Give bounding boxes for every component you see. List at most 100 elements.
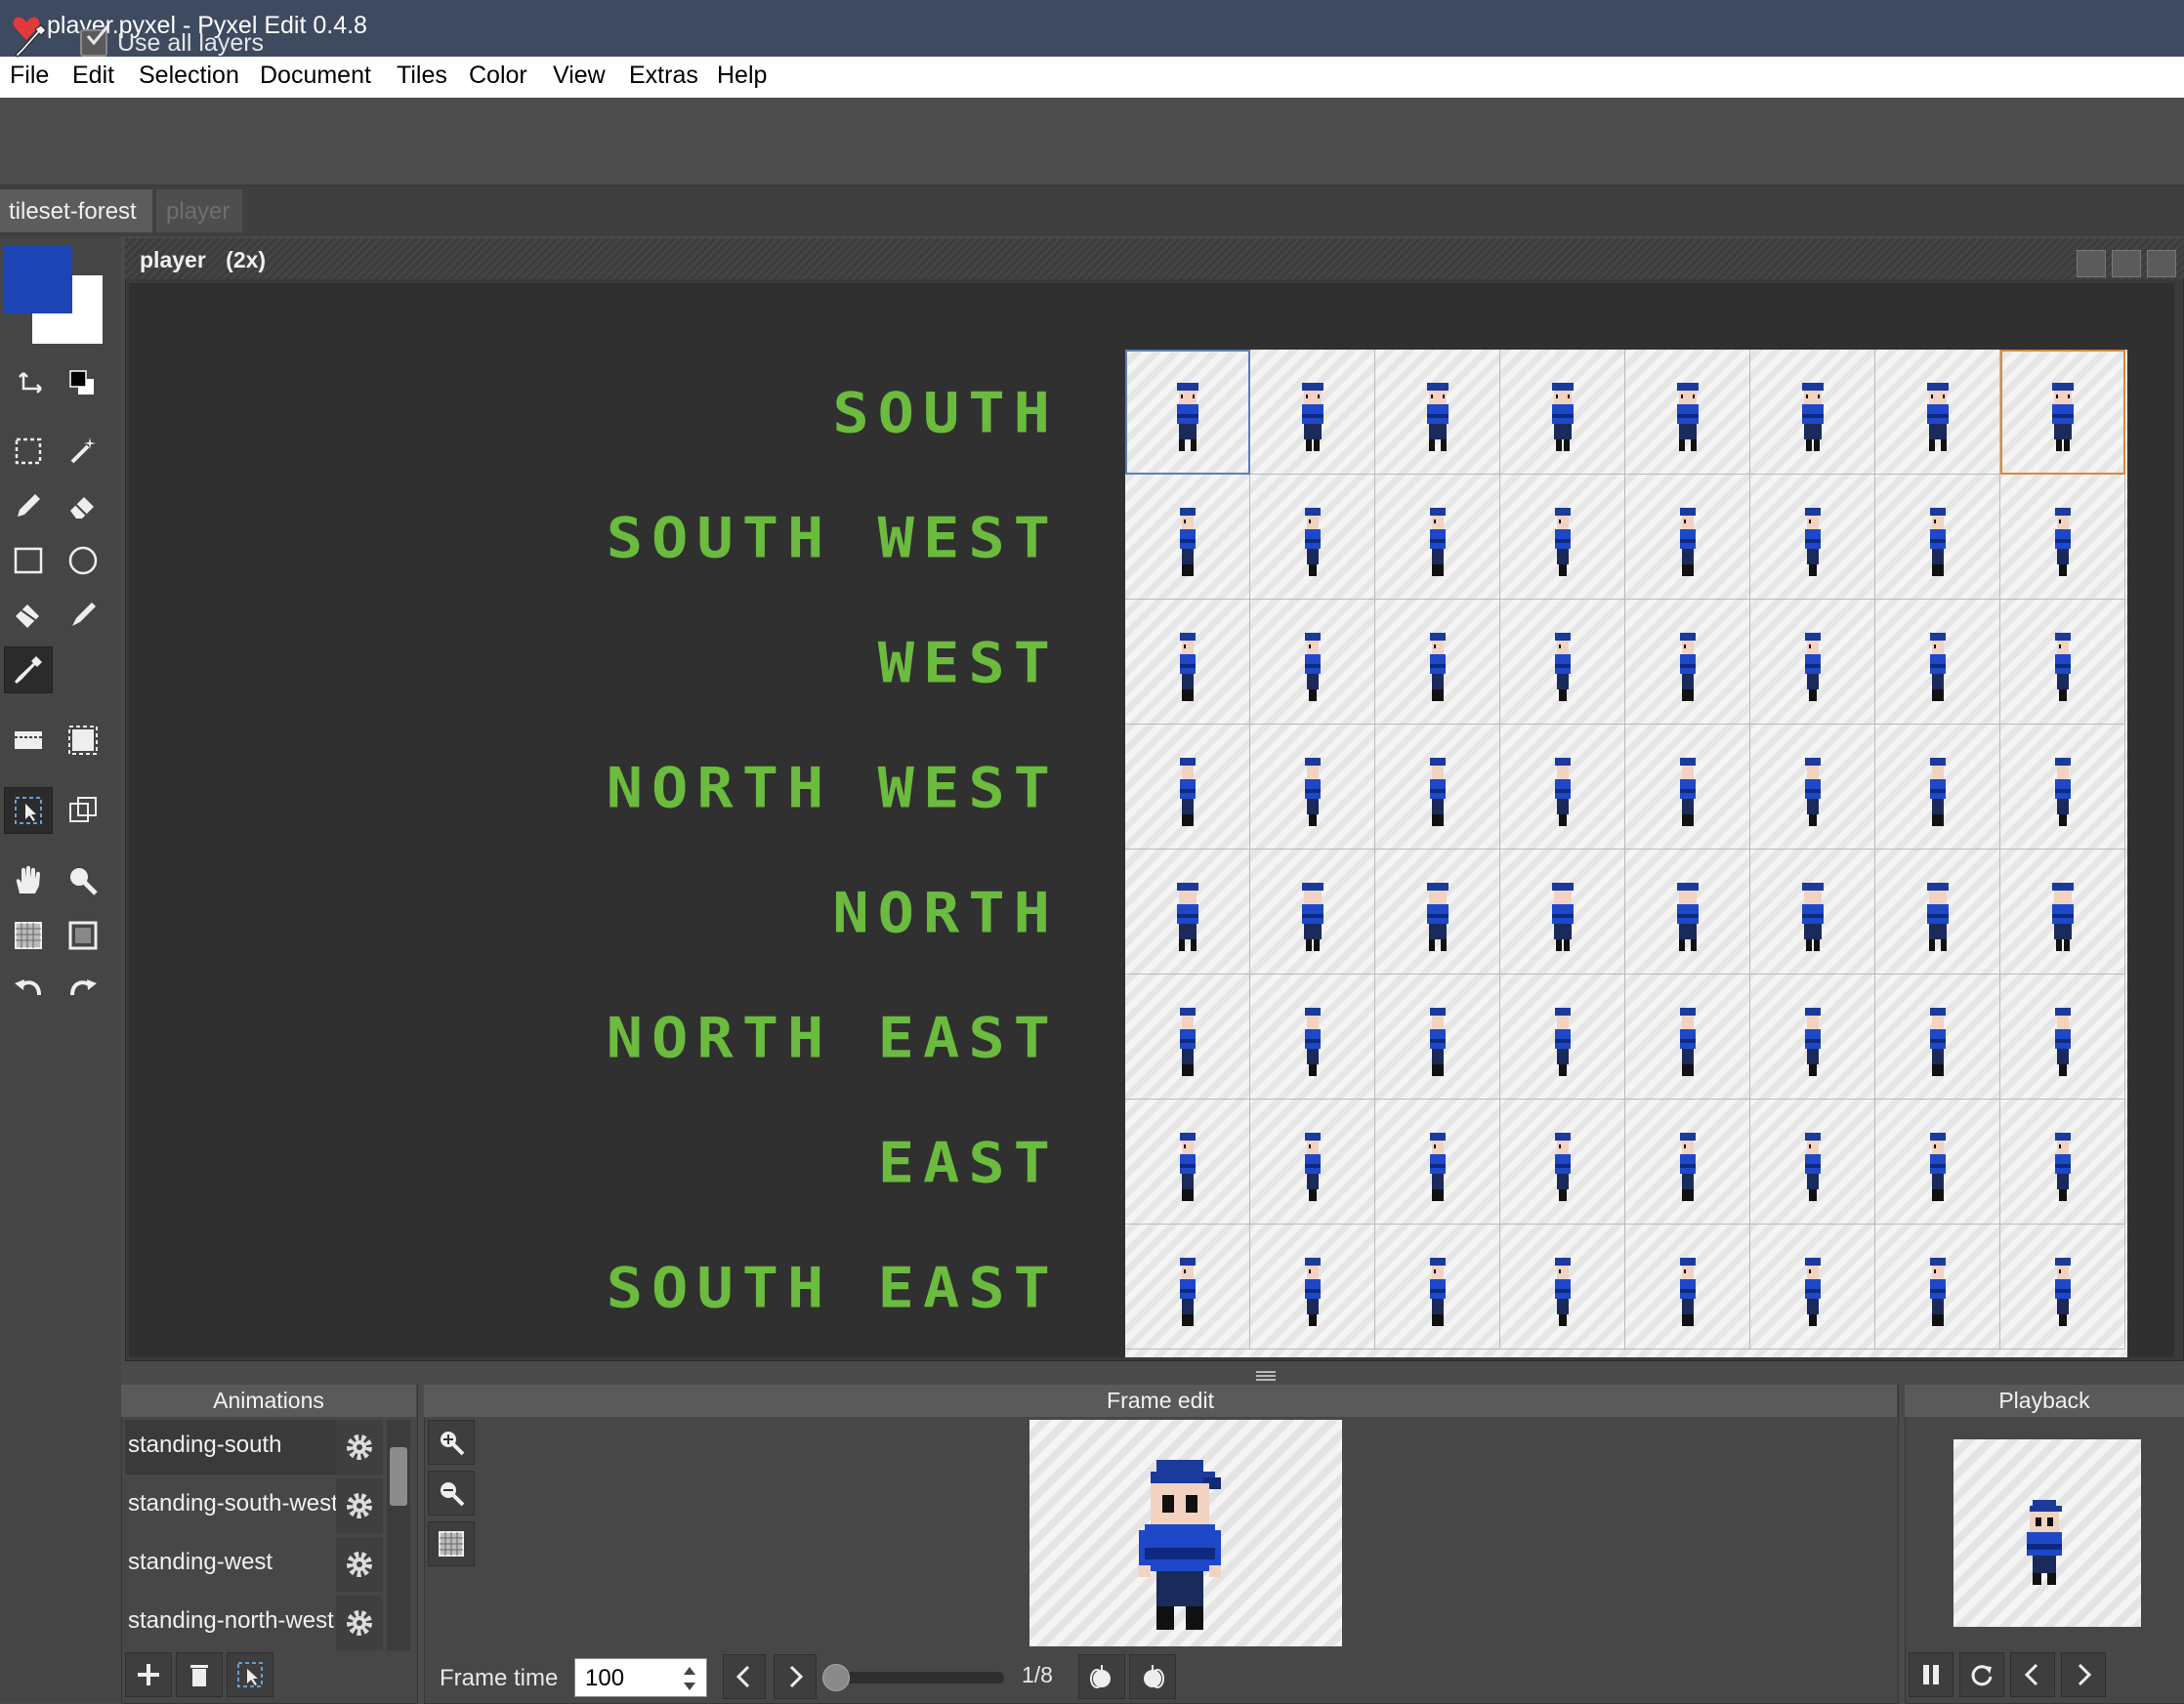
sprite-frame-cell[interactable] [1750,850,1875,975]
sprite-frame-cell[interactable] [1625,1225,1750,1350]
onion-skin-previous-button[interactable] [1078,1654,1125,1699]
sprite-frame-cell[interactable] [1625,725,1750,850]
tile-tool[interactable] [4,717,53,764]
playback-previous-button[interactable] [2010,1652,2055,1697]
sprite-frame-cell[interactable] [1125,850,1250,975]
sprite-frame-cell[interactable] [1875,1100,2000,1225]
menu-help[interactable]: Help [717,62,767,90]
sprite-frame-cell[interactable] [1750,725,1875,850]
loop-button[interactable] [1959,1652,2004,1697]
sprite-frame-cell[interactable] [2000,350,2125,475]
tile-grid-toggle[interactable] [59,912,107,959]
sprite-frame-cell[interactable] [1125,1100,1250,1225]
fill-tool[interactable] [4,592,53,639]
sprite-frame-cell[interactable] [1250,600,1375,725]
frame-grid-toggle[interactable] [428,1521,475,1566]
sprite-frame-cell[interactable] [1375,350,1500,475]
sprite-frame-cell[interactable] [1250,725,1375,850]
zoom-tool[interactable] [59,857,107,904]
animation-settings-button[interactable] [336,1537,383,1592]
sprite-frame-cell[interactable] [1250,350,1375,475]
sprite-frame-cell[interactable] [1625,600,1750,725]
transform-tool[interactable] [59,787,107,834]
sprite-frame-cell[interactable] [1875,1225,2000,1350]
minimize-button[interactable] [2077,250,2106,277]
sprite-frame-cell[interactable] [1375,600,1500,725]
menu-document[interactable]: Document [260,62,371,90]
tab-tileset-forest[interactable]: tileset-forest [0,189,152,232]
sprite-frame-cell[interactable] [1500,1225,1625,1350]
brush-tool[interactable] [59,592,107,639]
pan-tool[interactable] [4,857,53,904]
swap-colors-button[interactable] [8,360,57,407]
sprite-frame-cell[interactable] [1500,1100,1625,1225]
tab-player[interactable]: player [156,189,242,232]
tile-select-tool[interactable] [59,717,107,764]
sprite-frame-cell[interactable] [1750,350,1875,475]
sprite-frame-cell[interactable] [1875,725,2000,850]
sprite-frame-cell[interactable] [1500,600,1625,725]
menu-view[interactable]: View [553,62,606,90]
sprite-frame-cell[interactable] [1750,1100,1875,1225]
sprite-frame-cell[interactable] [1625,850,1750,975]
rectangle-select-tool[interactable] [4,428,53,475]
panel-splitter[interactable] [121,1365,2184,1385]
add-animation-button[interactable] [125,1652,172,1697]
frame-edit-preview[interactable] [1029,1420,1342,1646]
sprite-frame-cell[interactable] [1875,475,2000,600]
sprite-frame-cell[interactable] [1375,475,1500,600]
sprite-frame-cell[interactable] [1375,1225,1500,1350]
color-picker-tool[interactable] [4,646,53,693]
previous-frame-button[interactable] [723,1654,766,1699]
spinner-arrows-icon[interactable] [682,1664,697,1693]
default-colors-button[interactable] [59,360,107,407]
sprite-frame-cell[interactable] [2000,725,2125,850]
pause-button[interactable] [1909,1652,1953,1697]
sprite-sheet-grid[interactable] [1125,350,2127,1357]
frame-zoom-out-button[interactable] [428,1471,475,1516]
next-frame-button[interactable] [774,1654,817,1699]
sprite-frame-cell[interactable] [1250,1225,1375,1350]
primary-color-swatch[interactable] [4,245,72,313]
sprite-frame-cell[interactable] [1750,1225,1875,1350]
sprite-frame-cell[interactable] [1500,350,1625,475]
menu-color[interactable]: Color [469,62,527,90]
sprite-frame-cell[interactable] [1125,975,1250,1100]
sprite-frame-cell[interactable] [1625,350,1750,475]
sprite-frame-cell[interactable] [2000,1225,2125,1350]
restore-button[interactable] [2112,250,2141,277]
pencil-tool[interactable] [4,482,53,529]
sprite-frame-cell[interactable] [2000,975,2125,1100]
sprite-frame-cell[interactable] [1375,975,1500,1100]
sprite-frame-cell[interactable] [1500,975,1625,1100]
magic-wand-tool[interactable] [59,428,107,475]
sprite-frame-cell[interactable] [1375,850,1500,975]
rectangle-tool[interactable] [4,537,53,584]
frame-slider-handle[interactable] [822,1664,850,1691]
animation-settings-button[interactable] [336,1596,383,1650]
sprite-frame-cell[interactable] [1750,600,1875,725]
sprite-frame-cell[interactable] [1875,600,2000,725]
menu-extras[interactable]: Extras [629,62,698,90]
ellipse-tool[interactable] [59,537,107,584]
delete-animation-button[interactable] [176,1652,223,1697]
sprite-frame-cell[interactable] [1625,1100,1750,1225]
redo-button[interactable] [59,967,107,1014]
frame-slider[interactable] [830,1672,1004,1683]
animations-scrollbar[interactable] [387,1420,410,1650]
sprite-frame-cell[interactable] [1125,725,1250,850]
close-button[interactable] [2147,250,2176,277]
undo-button[interactable] [4,967,53,1014]
sprite-frame-cell[interactable] [1875,350,2000,475]
sprite-frame-cell[interactable] [2000,1100,2125,1225]
sprite-frame-cell[interactable] [1125,600,1250,725]
menu-selection[interactable]: Selection [139,62,239,90]
menu-file[interactable]: File [10,62,49,90]
sprite-frame-cell[interactable] [2000,600,2125,725]
sprite-frame-cell[interactable] [1125,350,1250,475]
sprite-frame-cell[interactable] [1250,975,1375,1100]
animation-item[interactable]: standing-south [125,1420,336,1475]
sprite-frame-cell[interactable] [1500,475,1625,600]
sprite-frame-cell[interactable] [1875,850,2000,975]
eraser-tool[interactable] [59,482,107,529]
